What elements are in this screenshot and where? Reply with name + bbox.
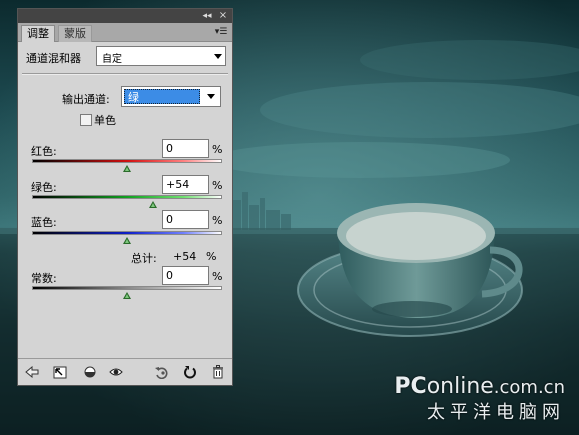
watermark: PConline.com.cn 太平洋电脑网 bbox=[394, 374, 565, 424]
panel-tabbar: 调整 蒙版 ▾☰ bbox=[18, 23, 232, 42]
close-panel-button[interactable]: × bbox=[216, 9, 230, 23]
clip-layer-icon[interactable] bbox=[82, 365, 98, 379]
green-label: 绿色: bbox=[31, 181, 57, 194]
reset-icon[interactable] bbox=[182, 365, 198, 379]
green-percent: % bbox=[212, 179, 223, 192]
chevron-down-icon bbox=[207, 94, 215, 99]
watermark-subtitle: 太平洋电脑网 bbox=[427, 402, 565, 423]
watermark-brand-pc: PC bbox=[394, 374, 427, 399]
green-slider-thumb[interactable] bbox=[148, 201, 157, 208]
expand-view-icon[interactable] bbox=[52, 365, 68, 379]
monochrome-label: 单色 bbox=[94, 114, 116, 127]
red-slider-track[interactable] bbox=[32, 159, 222, 163]
red-input[interactable]: 0 bbox=[162, 139, 209, 158]
output-channel-dropdown[interactable]: 绿 bbox=[121, 86, 221, 107]
constant-slider-track[interactable] bbox=[32, 286, 222, 290]
chevron-down-icon bbox=[214, 54, 222, 59]
constant-percent: % bbox=[212, 270, 223, 283]
back-arrow-icon[interactable] bbox=[24, 365, 40, 379]
red-label: 红色: bbox=[31, 145, 57, 158]
green-input[interactable]: +54 bbox=[162, 175, 209, 194]
collapse-panel-button[interactable]: ◂◂ bbox=[200, 9, 214, 23]
watermark-domain: .com.cn bbox=[493, 377, 565, 398]
blue-slider-track[interactable] bbox=[32, 231, 222, 235]
panel-bottom-toolbar bbox=[18, 359, 232, 385]
trash-icon[interactable] bbox=[210, 365, 226, 379]
watermark-brand-rest: online bbox=[426, 374, 494, 399]
output-channel-value: 绿 bbox=[124, 89, 200, 104]
blue-input[interactable]: 0 bbox=[162, 210, 209, 229]
red-slider-thumb[interactable] bbox=[123, 165, 131, 172]
tab-masks[interactable]: 蒙版 bbox=[58, 25, 92, 42]
total-value: +54 bbox=[173, 250, 197, 263]
preset-dropdown[interactable]: 自定 bbox=[96, 46, 226, 66]
green-slider-track[interactable] bbox=[32, 195, 222, 199]
constant-slider-thumb[interactable] bbox=[123, 292, 131, 299]
watermark-brand: PConline.com.cn bbox=[394, 374, 565, 399]
blue-percent: % bbox=[212, 214, 223, 227]
total-percent: % bbox=[206, 250, 217, 263]
tab-adjustments[interactable]: 调整 bbox=[21, 25, 55, 42]
adjustments-panel: ◂◂ × 调整 蒙版 ▾☰ 通道混和器 自定 输出通道: 绿 单色 红色: 0 … bbox=[17, 8, 233, 386]
preset-value: 自定 bbox=[102, 54, 122, 65]
divider bbox=[22, 73, 228, 75]
total-label: 总计: bbox=[131, 252, 157, 265]
blue-label: 蓝色: bbox=[31, 216, 57, 229]
blue-slider-thumb[interactable] bbox=[123, 237, 131, 244]
panel-titlebar[interactable]: ◂◂ × bbox=[18, 9, 232, 23]
reset-previous-icon[interactable] bbox=[154, 365, 170, 379]
eye-icon[interactable] bbox=[108, 365, 124, 379]
output-channel-label: 输出通道: bbox=[62, 93, 110, 106]
panel-menu-icon[interactable]: ▾☰ bbox=[214, 26, 228, 38]
monochrome-checkbox[interactable] bbox=[80, 114, 92, 126]
adjustment-title: 通道混和器 bbox=[26, 52, 81, 65]
constant-label: 常数: bbox=[31, 272, 57, 285]
constant-input[interactable]: 0 bbox=[162, 266, 209, 285]
red-percent: % bbox=[212, 143, 223, 156]
